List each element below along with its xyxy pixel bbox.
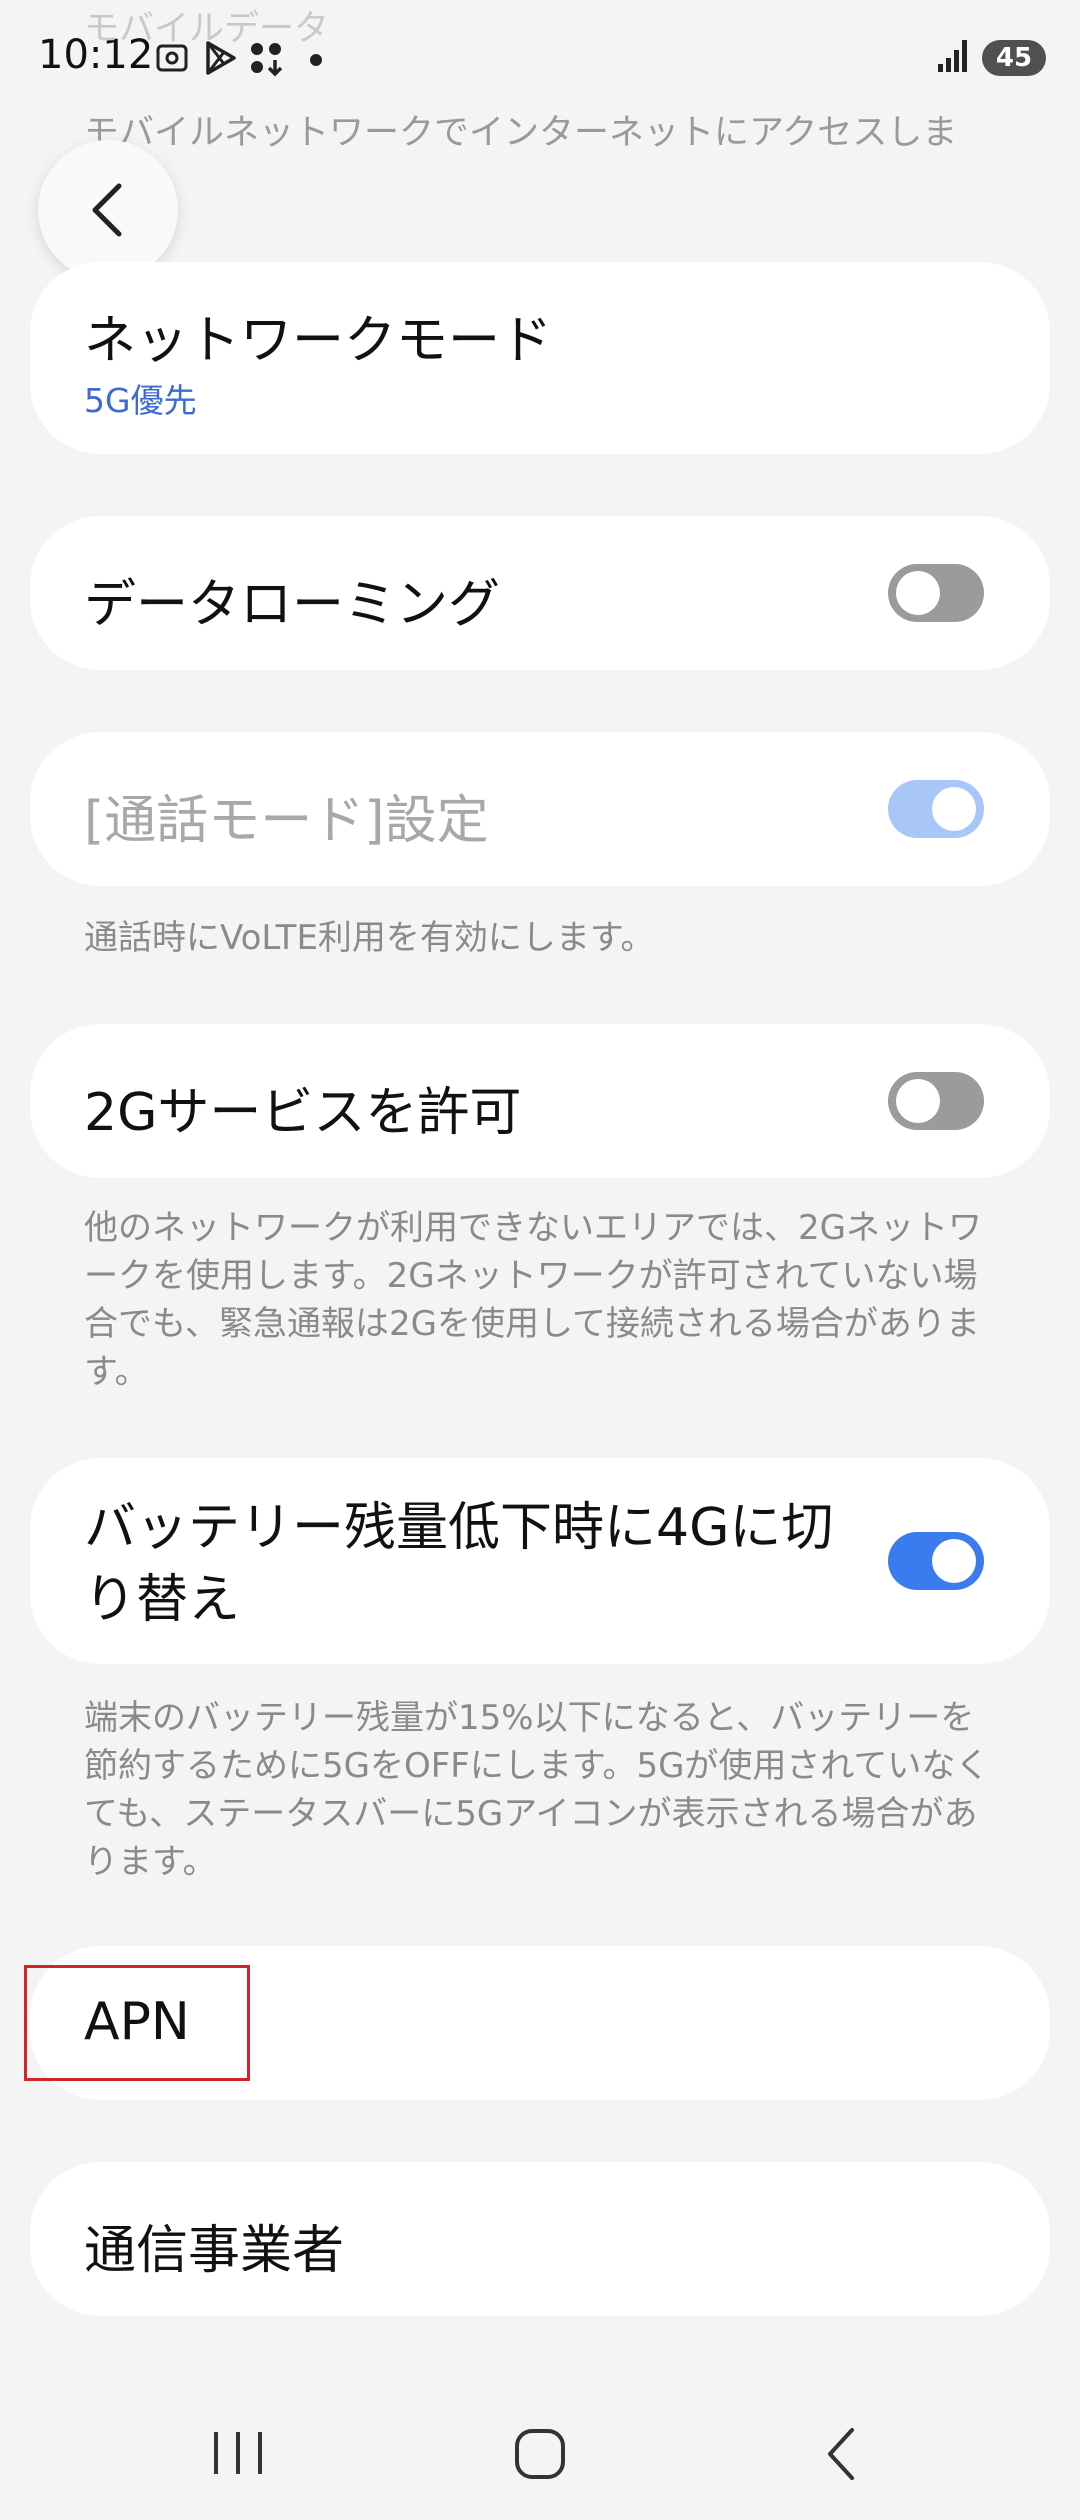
chevron-left-icon xyxy=(92,183,122,237)
call-mode-label: [通話モード]設定 xyxy=(84,791,489,851)
call-mode-item: [通話モード]設定 xyxy=(30,732,1050,886)
allow-2g-item[interactable]: 2Gサービスを許可 xyxy=(30,1024,1050,1178)
data-roaming-item[interactable]: データローミング xyxy=(30,516,1050,670)
allow-2g-description: 他のネットワークが利用できないエリアでは、2Gネットワークを使用します。2Gネッ… xyxy=(84,1208,982,1392)
call-mode-toggle xyxy=(888,780,984,838)
battery-indicator: 45 xyxy=(982,40,1046,76)
battery-4g-description: 端末のバッテリー残量が15%以下になると、バッテリーを節約するために5GをOFF… xyxy=(84,1698,990,1882)
carrier-label: 通信事業者 xyxy=(84,2221,345,2281)
navigation-bar xyxy=(0,2380,1080,2520)
allow-2g-label: 2Gサービスを許可 xyxy=(84,1083,522,1143)
battery-4g-toggle[interactable] xyxy=(888,1532,984,1590)
section-subtitle-cut: モバイルネットワークでインターネットにアクセスしま xyxy=(84,113,958,153)
home-icon[interactable] xyxy=(512,2426,568,2482)
back-button[interactable] xyxy=(38,140,178,280)
battery-4g-label: バッテリー残量低下時に4Gに切り替え xyxy=(84,1498,834,1630)
call-mode-description: 通話時にVoLTE利用を有効にします。 xyxy=(84,918,655,958)
toggle-knob xyxy=(932,787,976,831)
section-title-cut: モバイルデータ xyxy=(84,9,330,49)
toggle-knob xyxy=(896,1079,940,1123)
network-mode-label: ネットワークモード xyxy=(84,311,553,371)
recent-apps-icon[interactable] xyxy=(210,2428,266,2478)
toggle-knob xyxy=(932,1539,976,1583)
battery-4g-item[interactable]: バッテリー残量低下時に4Gに切り替え xyxy=(30,1458,1050,1664)
toggle-knob xyxy=(896,571,940,615)
network-mode-item[interactable]: ネットワークモード 5G優先 xyxy=(30,262,1050,454)
back-nav-icon[interactable] xyxy=(820,2426,864,2482)
data-roaming-label: データローミング xyxy=(84,575,501,635)
network-mode-value: 5G優先 xyxy=(84,381,197,420)
carrier-item[interactable]: 通信事業者 xyxy=(30,2162,1050,2316)
data-roaming-toggle[interactable] xyxy=(888,564,984,622)
apn-highlight-box xyxy=(24,1965,250,2081)
signal-icon xyxy=(938,40,967,72)
allow-2g-toggle[interactable] xyxy=(888,1072,984,1130)
